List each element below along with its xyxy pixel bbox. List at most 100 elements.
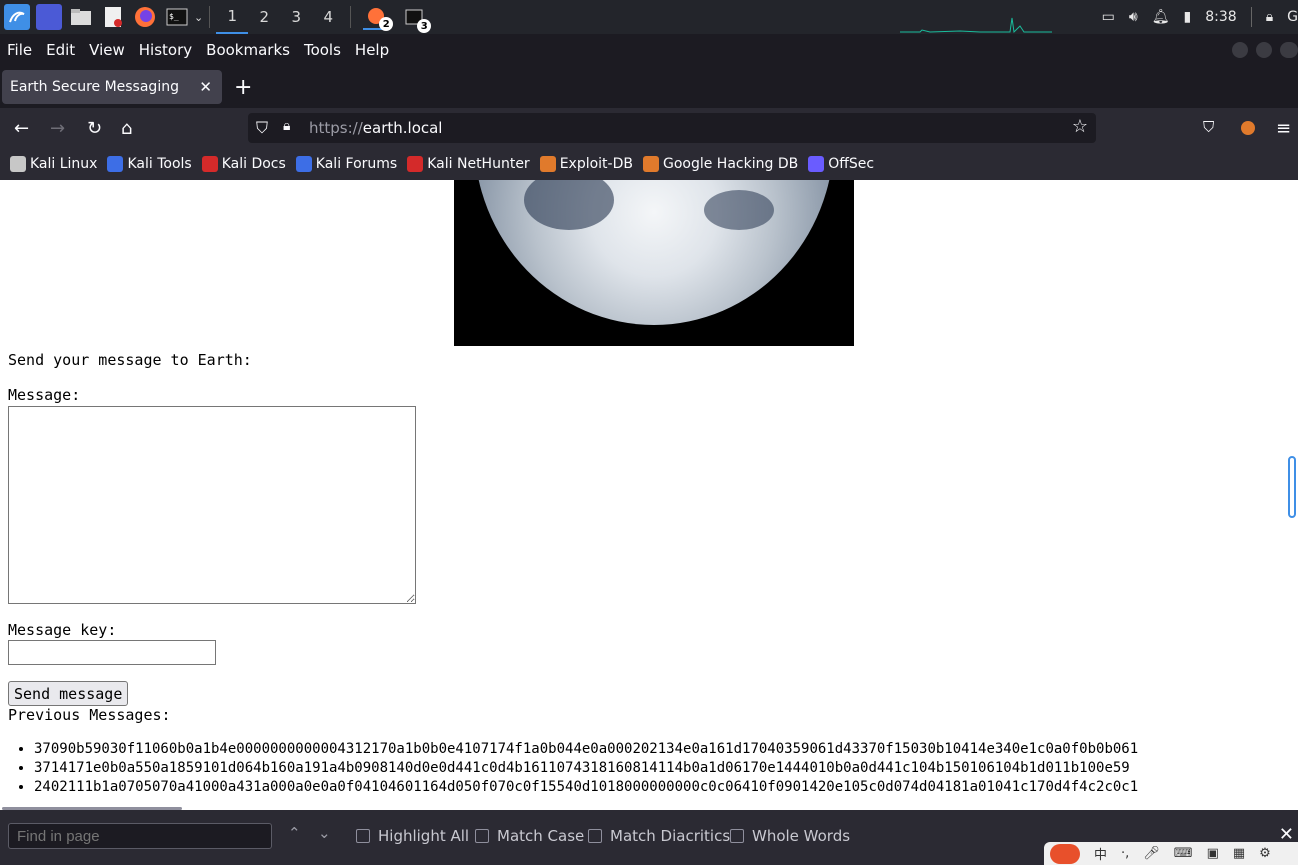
battery-icon[interactable]: ▮: [1184, 9, 1192, 25]
bookmark-label: Exploit-DB: [559, 156, 633, 172]
firefox-icon[interactable]: [132, 4, 158, 30]
message-label: Message:: [8, 386, 81, 404]
list-item: 37090b59030f11060b0a1b4e0000000000004312…: [34, 740, 1138, 759]
bookmark-label: Kali Forums: [315, 156, 398, 172]
desktop-icon[interactable]: [36, 4, 62, 30]
lock-warning-icon[interactable]: 🔒︎: [283, 118, 290, 134]
bookmark-label: Kali Tools: [127, 156, 192, 172]
bookmark-exploit-db[interactable]: Exploit-DB: [539, 156, 633, 172]
url-bar[interactable]: ⛉ 🔒︎ https://earth.local ☆: [248, 113, 1096, 143]
menu-help[interactable]: Help: [355, 41, 389, 59]
ime-logo-icon[interactable]: [1050, 843, 1080, 864]
whole-words-checkbox[interactable]: Whole Words: [730, 827, 850, 845]
bookmark-kali-docs[interactable]: Kali Docs: [201, 156, 286, 172]
menu-tools[interactable]: Tools: [304, 41, 341, 59]
vertical-scrollbar[interactable]: [1288, 456, 1296, 518]
previous-messages-list: 37090b59030f11060b0a1b4e0000000000004312…: [34, 740, 1138, 797]
forward-arrow-icon[interactable]: →: [50, 118, 65, 139]
clock[interactable]: 8:38: [1205, 9, 1236, 25]
minimize-button[interactable]: [1232, 42, 1248, 58]
bookmark-kali-nethunter[interactable]: Kali NetHunter: [407, 156, 530, 172]
cloud-swirl: [704, 190, 774, 230]
find-previous-icon[interactable]: ⌃: [288, 824, 301, 842]
browser-menubar: File Edit View History Bookmarks Tools H…: [0, 34, 1298, 66]
earth-image: [454, 180, 854, 346]
workspace-2[interactable]: 2: [248, 0, 280, 34]
message-textarea[interactable]: [8, 406, 416, 604]
new-tab-button[interactable]: +: [234, 75, 252, 100]
checkbox-label: Whole Words: [752, 827, 851, 845]
ime-language-icon[interactable]: 中: [1094, 844, 1107, 863]
bookmark-label: Kali Linux: [30, 156, 98, 172]
firefox-window-icon[interactable]: 2: [363, 4, 394, 31]
app-menu-icon[interactable]: ≡: [1276, 118, 1291, 139]
chevron-down-icon[interactable]: ⌄: [194, 11, 203, 24]
url-protocol: https://: [309, 119, 363, 137]
network-graph: [900, 10, 1052, 34]
tracking-shield-icon[interactable]: ⛉: [256, 118, 268, 138]
file-manager-icon[interactable]: [68, 4, 94, 30]
menu-view[interactable]: View: [89, 41, 125, 59]
tab-strip: Earth Secure Messaging ✕ +: [0, 66, 1298, 108]
ime-voice-icon[interactable]: 🎤︎: [1143, 846, 1160, 861]
google-hacking-db-icon: [642, 156, 659, 172]
kali-docs-icon: [201, 156, 218, 172]
maximize-button[interactable]: [1256, 42, 1272, 58]
bookmark-kali-forums[interactable]: Kali Forums: [295, 156, 398, 172]
notification-bell-icon[interactable]: 🔔︎: [1152, 9, 1170, 25]
match-case-checkbox[interactable]: Match Case: [475, 827, 584, 845]
volume-icon[interactable]: 🔊︎: [1129, 9, 1138, 25]
bookmark-offsec[interactable]: OffSec: [808, 156, 874, 172]
ime-tools-icon[interactable]: ▦: [1233, 846, 1245, 861]
display-icon[interactable]: ▭: [1102, 9, 1115, 25]
checkbox-label: Match Diacritics: [610, 827, 731, 845]
lock-icon[interactable]: 🔒︎: [1266, 9, 1273, 25]
checkbox-label: Match Case: [497, 827, 585, 845]
pocket-icon[interactable]: ⛉: [1203, 118, 1214, 136]
tab-earth-secure-messaging[interactable]: Earth Secure Messaging ✕: [2, 70, 222, 104]
power-icon[interactable]: G: [1287, 9, 1298, 25]
kali-menu-icon[interactable]: [4, 4, 30, 30]
menu-bookmarks[interactable]: Bookmarks: [206, 41, 290, 59]
menu-history[interactable]: History: [139, 41, 192, 59]
navigation-toolbar: ← → ↻ ⌂ ⛉ 🔒︎ https://earth.local ☆ ⛉ ≡: [0, 108, 1298, 148]
match-diacritics-checkbox[interactable]: Match Diacritics: [588, 827, 730, 845]
find-next-icon[interactable]: ⌄: [318, 824, 331, 842]
kali-nethunter-icon: [407, 156, 424, 172]
menu-edit[interactable]: Edit: [46, 41, 75, 59]
ime-keyboard-icon[interactable]: ⌨: [1174, 846, 1193, 861]
send-message-button[interactable]: Send message: [8, 681, 129, 706]
workspace-3[interactable]: 3: [280, 0, 312, 34]
ime-skin-icon[interactable]: ▣: [1207, 846, 1219, 861]
bookmark-star-icon[interactable]: ☆: [1072, 116, 1088, 137]
home-icon[interactable]: ⌂: [121, 118, 132, 139]
bookmark-kali-linux[interactable]: Kali Linux: [10, 156, 97, 172]
tab-close-icon[interactable]: ✕: [199, 78, 212, 96]
menu-file[interactable]: File: [7, 41, 32, 59]
ime-punctuation-icon[interactable]: ·,: [1121, 846, 1129, 861]
message-key-input[interactable]: [8, 640, 216, 665]
reload-icon[interactable]: ↻: [87, 118, 102, 139]
bookmark-kali-tools[interactable]: Kali Tools: [107, 156, 192, 172]
find-in-page-input[interactable]: [8, 823, 272, 849]
text-editor-icon[interactable]: [100, 4, 126, 30]
back-arrow-icon[interactable]: ←: [14, 118, 29, 139]
workspace-4[interactable]: 4: [312, 0, 344, 34]
terminal-icon[interactable]: $_: [164, 4, 190, 30]
highlight-all-checkbox[interactable]: Highlight All: [356, 827, 469, 845]
bookmark-google-hacking-db[interactable]: Google Hacking DB: [642, 156, 798, 172]
close-window-button[interactable]: [1280, 42, 1298, 58]
workspace-1[interactable]: 1: [216, 0, 249, 34]
checkbox-box: [588, 829, 602, 843]
svg-text:$_: $_: [169, 12, 179, 21]
extension-icon[interactable]: [1240, 120, 1256, 141]
checkbox-box: [475, 829, 489, 843]
message-key-label: Message key:: [8, 621, 117, 639]
list-item: 2402111b1a0705070a41000a431a000a0e0a0f04…: [34, 778, 1138, 797]
window-count-badge: 3: [417, 19, 432, 33]
bookmark-label: Kali NetHunter: [427, 156, 530, 172]
terminal-window-icon[interactable]: 3: [401, 4, 432, 33]
taskbar-separator: [350, 6, 352, 28]
ime-settings-icon[interactable]: ⚙: [1259, 846, 1271, 861]
bookmarks-toolbar: Kali Linux Kali Tools Kali Docs Kali For…: [0, 148, 1298, 180]
